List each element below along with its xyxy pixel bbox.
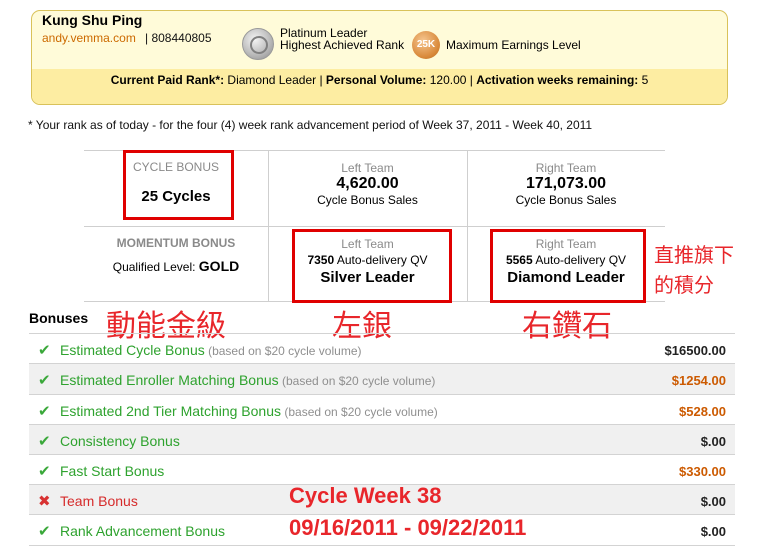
bonus-label: Estimated Cycle Bonus (based on $20 cycl…: [60, 342, 361, 358]
paid-rank-line: Current Paid Rank*: Diamond Leader | Per…: [32, 73, 727, 87]
bonus-amount: $1254.00: [671, 373, 726, 388]
bonus-name: Fast Start Bonus: [60, 463, 165, 479]
bonus-name: Team Bonus: [60, 493, 138, 509]
platinum-medal-icon: [242, 28, 274, 60]
bonus-amount: $330.00: [679, 464, 726, 479]
earnings-25k-badge-icon: 25K: [412, 31, 440, 59]
activation-weeks-label: Activation weeks remaining:: [476, 73, 639, 87]
personal-volume-value: 120.00 |: [426, 73, 477, 87]
grid-line: [84, 226, 665, 227]
bonus-amount: $.00: [700, 434, 726, 449]
member-name: Kung Shu Ping: [42, 12, 143, 28]
qualified-level: Qualified Level: GOLD: [84, 258, 268, 274]
bonus-row-consistency: ✔ Consistency Bonus $.00: [29, 424, 735, 455]
annotation-cycle-week-dates: 09/16/2011 - 09/22/2011: [289, 515, 527, 540]
right-sales-caption: Cycle Bonus Sales: [515, 193, 617, 207]
paid-rank-value: Diamond Leader |: [224, 73, 326, 87]
check-icon: ✔: [38, 463, 51, 480]
annotation-personal-points-line1: 直推旗下: [654, 243, 734, 267]
left-sales-caption: Cycle Bonus Sales: [317, 193, 418, 207]
bonus-label: Estimated Enroller Matching Bonus (based…: [60, 372, 435, 388]
check-icon: ✔: [38, 433, 51, 450]
bonus-row-2nd-tier-matching: ✔ Estimated 2nd Tier Matching Bonus (bas…: [29, 394, 735, 425]
activation-weeks-value: 5: [638, 73, 649, 87]
x-icon: ✖: [38, 493, 51, 510]
bonus-amount: $16500.00: [664, 343, 726, 358]
right-team-title: Right Team: [535, 161, 597, 175]
bonus-row-cycle: ✔ Estimated Cycle Bonus (based on $20 cy…: [29, 333, 735, 364]
right-team-sales: 171,073.00: [525, 175, 607, 192]
bonus-hint: (based on $20 cycle volume): [281, 405, 438, 419]
member-site-link[interactable]: andy.vemma.com: [42, 31, 136, 45]
cycle-bonus-highlight: [123, 150, 234, 220]
left-team-title: Left Team: [341, 161, 394, 175]
bonus-row-enroller-matching: ✔ Estimated Enroller Matching Bonus (bas…: [29, 363, 735, 394]
check-icon: ✔: [38, 372, 51, 389]
left-team-highlight: [292, 229, 452, 303]
bonus-name: Consistency Bonus: [60, 433, 180, 449]
bonus-label: Team Bonus: [60, 493, 138, 509]
member-id: | 808440805: [145, 31, 212, 45]
member-id-value: 808440805: [151, 31, 212, 45]
left-team-sales: 4,620.00: [336, 175, 399, 192]
bonus-amount: $528.00: [679, 404, 726, 419]
bonus-amount: $.00: [700, 494, 726, 509]
rank-period-note: * Your rank as of today - for the four (…: [28, 118, 593, 132]
annotation-personal-points: 直推旗下 的積分: [654, 240, 734, 300]
bonus-label: Consistency Bonus: [60, 433, 180, 449]
annotation-personal-points-line2: 的積分: [654, 273, 714, 297]
left-team-sales-cell: Left Team 4,620.00 Cycle Bonus Sales: [268, 161, 467, 207]
bonus-name: Estimated Enroller Matching Bonus: [60, 372, 279, 388]
bonuses-title: Bonuses: [29, 310, 89, 326]
personal-volume-label: Personal Volume:: [325, 73, 427, 87]
momentum-bonus-cell: MOMENTUM BONUS Qualified Level: GOLD: [84, 236, 268, 274]
bonus-name: Estimated 2nd Tier Matching Bonus: [60, 403, 282, 419]
bonus-label: Rank Advancement Bonus: [60, 523, 225, 539]
momentum-title: MOMENTUM BONUS: [116, 236, 236, 250]
right-team-sales-cell: Right Team 171,073.00 Cycle Bonus Sales: [467, 161, 665, 207]
check-icon: ✔: [38, 523, 51, 540]
bonus-amount: $.00: [700, 524, 726, 539]
member-summary-card: Kung Shu Ping andy.vemma.com | 808440805…: [31, 10, 728, 105]
qualified-label: Qualified Level:: [112, 260, 199, 274]
check-icon: ✔: [38, 403, 51, 420]
bonus-name: Estimated Cycle Bonus: [60, 342, 205, 358]
annotation-cycle-week: Cycle Week 38 09/16/2011 - 09/22/2011: [289, 480, 526, 544]
annotation-cycle-week-title: Cycle Week 38: [289, 483, 442, 508]
right-team-highlight: [490, 229, 646, 303]
bonus-label: Estimated 2nd Tier Matching Bonus (based…: [60, 403, 438, 419]
highest-rank: Platinum Leader Highest Achieved Rank: [280, 27, 404, 51]
earnings-level-label: Maximum Earnings Level: [446, 38, 581, 52]
bonus-name: Rank Advancement Bonus: [60, 523, 225, 539]
paid-rank-label: Current Paid Rank*:: [110, 73, 225, 87]
highest-rank-caption: Highest Achieved Rank: [280, 38, 405, 52]
check-icon: ✔: [38, 342, 51, 359]
bonus-hint: (based on $20 cycle volume): [204, 344, 362, 358]
qualified-value: GOLD: [198, 258, 240, 274]
bonus-label: Fast Start Bonus: [60, 463, 164, 479]
bonus-hint: (based on $20 cycle volume): [278, 374, 436, 388]
